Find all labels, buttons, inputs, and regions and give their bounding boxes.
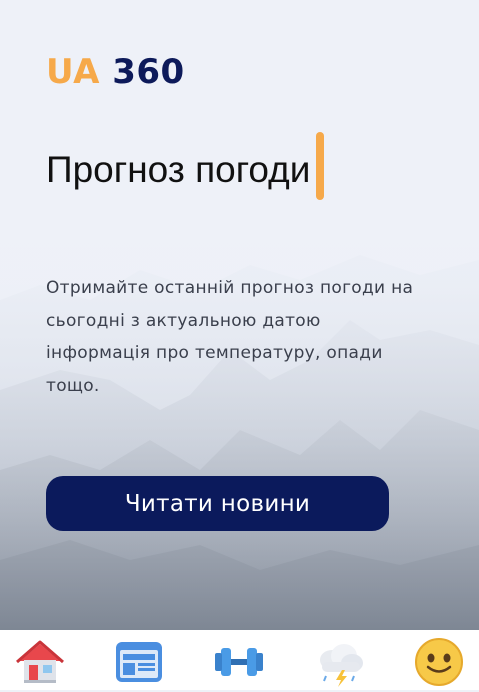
nav-weather[interactable] (314, 636, 366, 688)
brand-part-360: 360 (112, 52, 185, 92)
hero-title-wrap: Прогноз погоди (46, 132, 325, 200)
nav-fun[interactable] (413, 636, 465, 688)
nav-news[interactable] (113, 636, 165, 688)
read-news-button[interactable]: Читати новини (46, 476, 389, 531)
nav-sport[interactable] (213, 636, 265, 688)
hero-section: UA 360 Прогноз погоди Отримайте останній… (0, 0, 479, 630)
house-icon (16, 640, 64, 683)
bottom-nav (0, 630, 479, 690)
dumbbell-icon (215, 648, 263, 676)
hero-description: Отримайте останній прогноз погоди на сьо… (46, 278, 414, 396)
brand-part-ua: UA (46, 52, 100, 92)
brand-logo[interactable]: UA 360 (46, 52, 185, 92)
hero-title: Прогноз погоди (46, 149, 311, 190)
smiley-face-icon (415, 638, 463, 686)
newspaper-layout-icon (116, 642, 162, 682)
storm-cloud-icon (320, 644, 363, 687)
text-cursor (316, 132, 325, 200)
nav-home[interactable] (14, 636, 66, 688)
